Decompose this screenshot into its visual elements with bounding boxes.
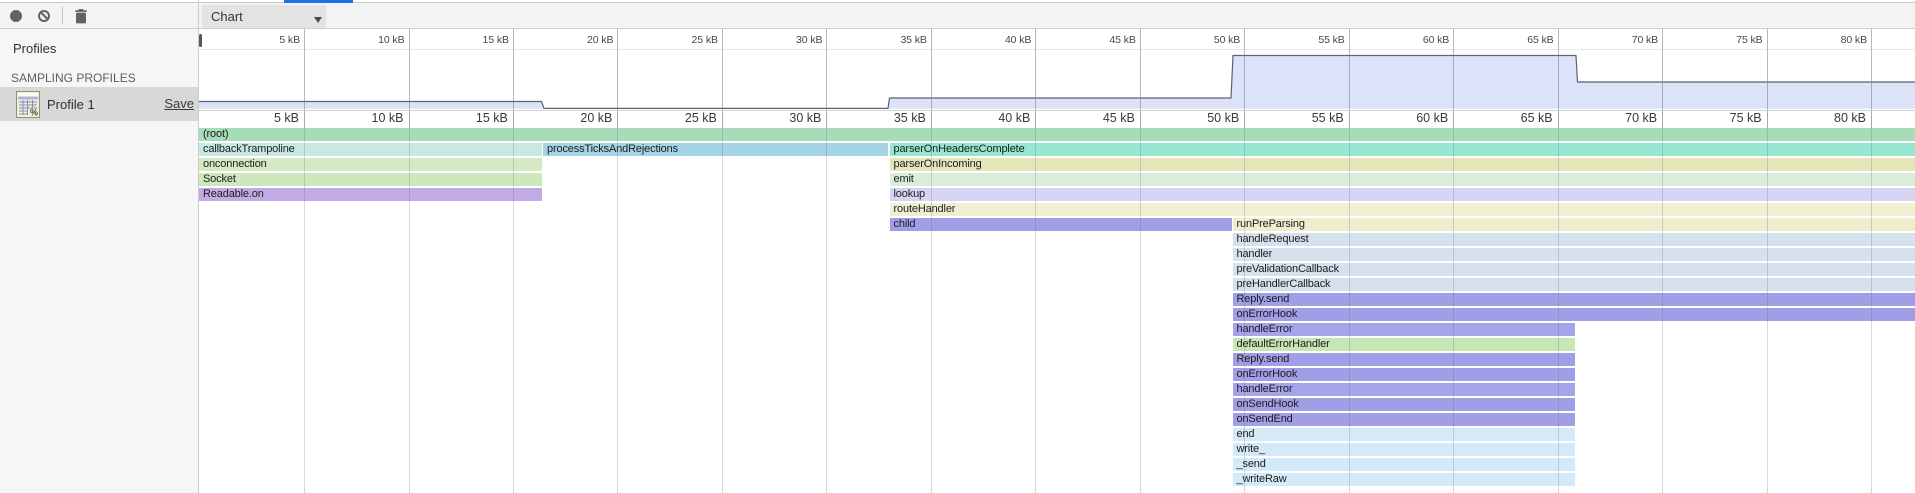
svg-text:%: % <box>30 108 38 118</box>
